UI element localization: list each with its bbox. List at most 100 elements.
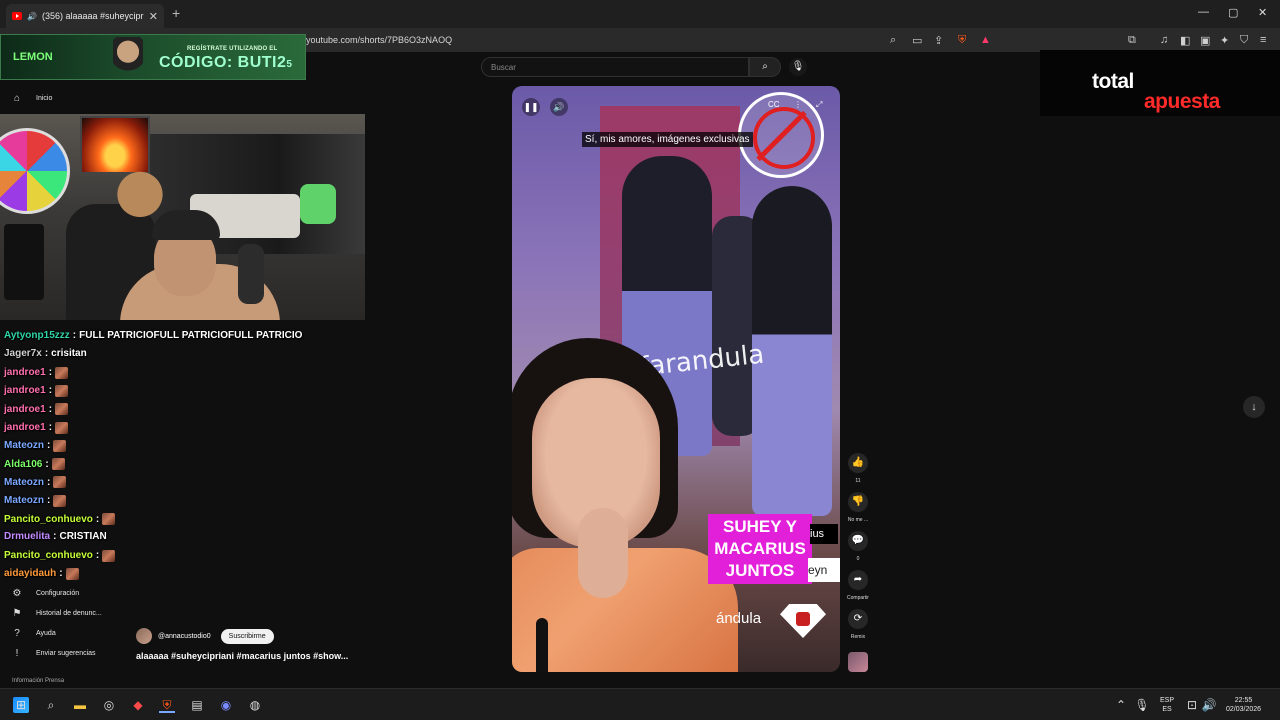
minimize-button[interactable]: — — [1198, 6, 1209, 18]
chat-message: Jager7x: crisitan — [4, 348, 87, 360]
pause-icon: ❚❚ — [523, 102, 539, 112]
headline-overlay: SUHEY Y MACARIUS JUNTOS — [708, 514, 812, 584]
like-button[interactable]: 👍 11 — [845, 453, 871, 484]
new-tab-button[interactable]: + — [172, 5, 180, 21]
leo-icon[interactable]: ✦ — [1220, 34, 1229, 47]
start-button[interactable]: ⊞ — [13, 697, 29, 713]
sidebar-item-ayuda[interactable]: ? Ayuda — [10, 628, 56, 639]
emote-icon — [55, 384, 69, 397]
voice-search-button[interactable]: 🎙 — [789, 58, 807, 76]
maximize-button[interactable]: ▢ — [1228, 6, 1238, 19]
prize-wheel — [0, 128, 70, 214]
cc-icon[interactable]: CC — [768, 100, 780, 109]
action-label: Compartir — [847, 595, 869, 601]
mic-icon: 🎙 — [1134, 698, 1150, 712]
channel-info: @annacustodio0 Suscribirme — [136, 628, 274, 644]
menu-icon[interactable]: ≡ — [1260, 34, 1266, 46]
sidebar-item-sugerencias[interactable]: ! Enviar sugerencias — [10, 648, 96, 659]
cast-icon[interactable]: ▭ — [912, 34, 922, 47]
short-video-player[interactable]: farandula Sí, mis amores, imágenes exclu… — [512, 86, 840, 672]
chat-username: aidayidauh — [4, 568, 57, 580]
video-title[interactable]: alaaaaa #suheycipriani #macarius juntos … — [136, 651, 348, 661]
screenshot-icon[interactable]: ⧉ — [1128, 34, 1136, 47]
search-input[interactable]: Buscar — [481, 57, 749, 77]
share-icon: ➦ — [848, 570, 868, 590]
brave-shield-icon[interactable]: ⛨ — [958, 34, 966, 47]
chat-message: Mateozn: — [4, 476, 67, 489]
comment-button[interactable]: 💬 0 — [845, 531, 871, 562]
rewards-icon[interactable]: ▲ — [980, 34, 991, 46]
share-button[interactable]: ➦ Compartir — [845, 570, 871, 601]
chat-text: crisitan — [51, 348, 87, 360]
subscribe-button[interactable]: Suscribirme — [220, 628, 274, 644]
browser-tab[interactable]: 🔊 (356) alaaaaa #suheycipriani ✕ — [6, 4, 164, 28]
side-text-box: ius — [810, 524, 838, 544]
avatar[interactable] — [136, 628, 152, 644]
discord-button[interactable]: ◉ — [218, 697, 234, 713]
obs-button[interactable]: ◎ — [101, 697, 117, 713]
speaker-icon[interactable]: 🔊 — [27, 12, 37, 21]
app-button[interactable]: ◍ — [247, 697, 263, 713]
tab-bar: 🔊 (356) alaaaaa #suheycipriani ✕ + — ▢ ✕ — [0, 0, 1280, 28]
network-button[interactable]: ⊡ — [1184, 697, 1200, 713]
volume-button[interactable]: 🔊 — [550, 98, 568, 116]
tab-title: (356) alaaaaa #suheycipriani — [41, 11, 144, 21]
address-bar[interactable]: youtube.com/shorts/7PB6O3zNAOQ — [306, 35, 452, 45]
chat-username: jandroe1 — [4, 403, 46, 415]
search-taskbar-button[interactable]: ⌕ — [43, 697, 59, 713]
chat-username: Aytyonp15zzz — [4, 330, 70, 341]
search-button[interactable]: ⌕ — [749, 57, 781, 77]
next-short-button[interactable]: ↓ — [1243, 396, 1265, 418]
network-icon: ⊡ — [1186, 698, 1198, 712]
folder-icon: ▬ — [74, 698, 86, 712]
speaker-tower — [4, 224, 44, 300]
volume-tray-button[interactable]: 🔊 — [1201, 697, 1217, 713]
mic-tray-button[interactable]: 🎙 — [1134, 697, 1150, 713]
channel-name[interactable]: @annacustodio0 — [158, 633, 211, 640]
lemon-ad-banner: LEMON REGÍSTRATE UTILIZANDO EL CÓDIGO: B… — [0, 34, 306, 80]
audio-thumbnail[interactable] — [848, 652, 868, 672]
chat-message: Pancito_conhuevo: — [4, 513, 116, 525]
share-page-icon[interactable]: ⇪ — [934, 34, 943, 47]
chat-username: Mateozn — [4, 440, 44, 452]
close-window-button[interactable]: ✕ — [1258, 6, 1267, 19]
microphone — [238, 244, 264, 304]
circle-app-icon: ◍ — [249, 698, 261, 712]
app-button[interactable]: ◆ — [130, 697, 146, 713]
media-icon[interactable]: ♫ — [1160, 34, 1168, 46]
language-indicator[interactable]: ESP ES — [1160, 696, 1174, 714]
brave-taskbar-button[interactable]: ⛨ — [159, 697, 175, 713]
home-icon: ⌂ — [13, 93, 21, 104]
tab-close-icon[interactable]: ✕ — [149, 10, 158, 23]
sidebar-item-inicio[interactable]: ⌂ Inicio — [10, 93, 52, 104]
chat-message: jandroe1: — [4, 421, 69, 434]
zoom-icon[interactable]: ⌕ — [890, 34, 896, 47]
chat-text: CRISTIAN — [59, 531, 107, 543]
app-button[interactable]: ▤ — [189, 697, 205, 713]
remix-button[interactable]: ⟳ Remix — [845, 609, 871, 640]
pause-button[interactable]: ❚❚ — [522, 98, 540, 116]
sidebar-icon[interactable]: ◧ — [1180, 34, 1190, 47]
tray-chevron-button[interactable]: ⌃ — [1113, 697, 1129, 713]
vpn-icon[interactable]: ⛉ — [1240, 34, 1248, 47]
emote-icon — [102, 549, 116, 562]
wallet-icon[interactable]: ▣ — [1200, 34, 1210, 47]
action-label: 0 — [856, 556, 860, 562]
dislike-button[interactable]: 👎 No me ... — [845, 492, 871, 523]
volume-icon: 🔊 — [553, 102, 565, 112]
emote-icon — [55, 366, 69, 379]
fullscreen-icon[interactable]: ⤢ — [816, 100, 822, 110]
file-explorer-button[interactable]: ▬ — [72, 697, 88, 713]
chat-username: Pancito_conhuevo — [4, 550, 93, 562]
chat-text: FULL PATRICIOFULL PATRICIOFULL PATRICIO — [79, 330, 303, 341]
presenter-mic — [536, 618, 548, 672]
sidebar-item-config[interactable]: ⚙ Configuración — [10, 588, 80, 599]
more-options-icon[interactable]: ⋮ — [794, 100, 802, 109]
sidebar-item-historial[interactable]: ⚑ Historial de denunc... — [10, 608, 102, 619]
chat-message: Pancito_conhuevo: — [4, 549, 116, 562]
presenter-hand — [578, 508, 628, 598]
clock[interactable]: 22:55 02/03/2026 — [1226, 696, 1261, 714]
footer-links[interactable]: Información Prensa — [12, 678, 64, 684]
emote-icon — [51, 458, 65, 471]
emote-icon — [55, 403, 69, 416]
